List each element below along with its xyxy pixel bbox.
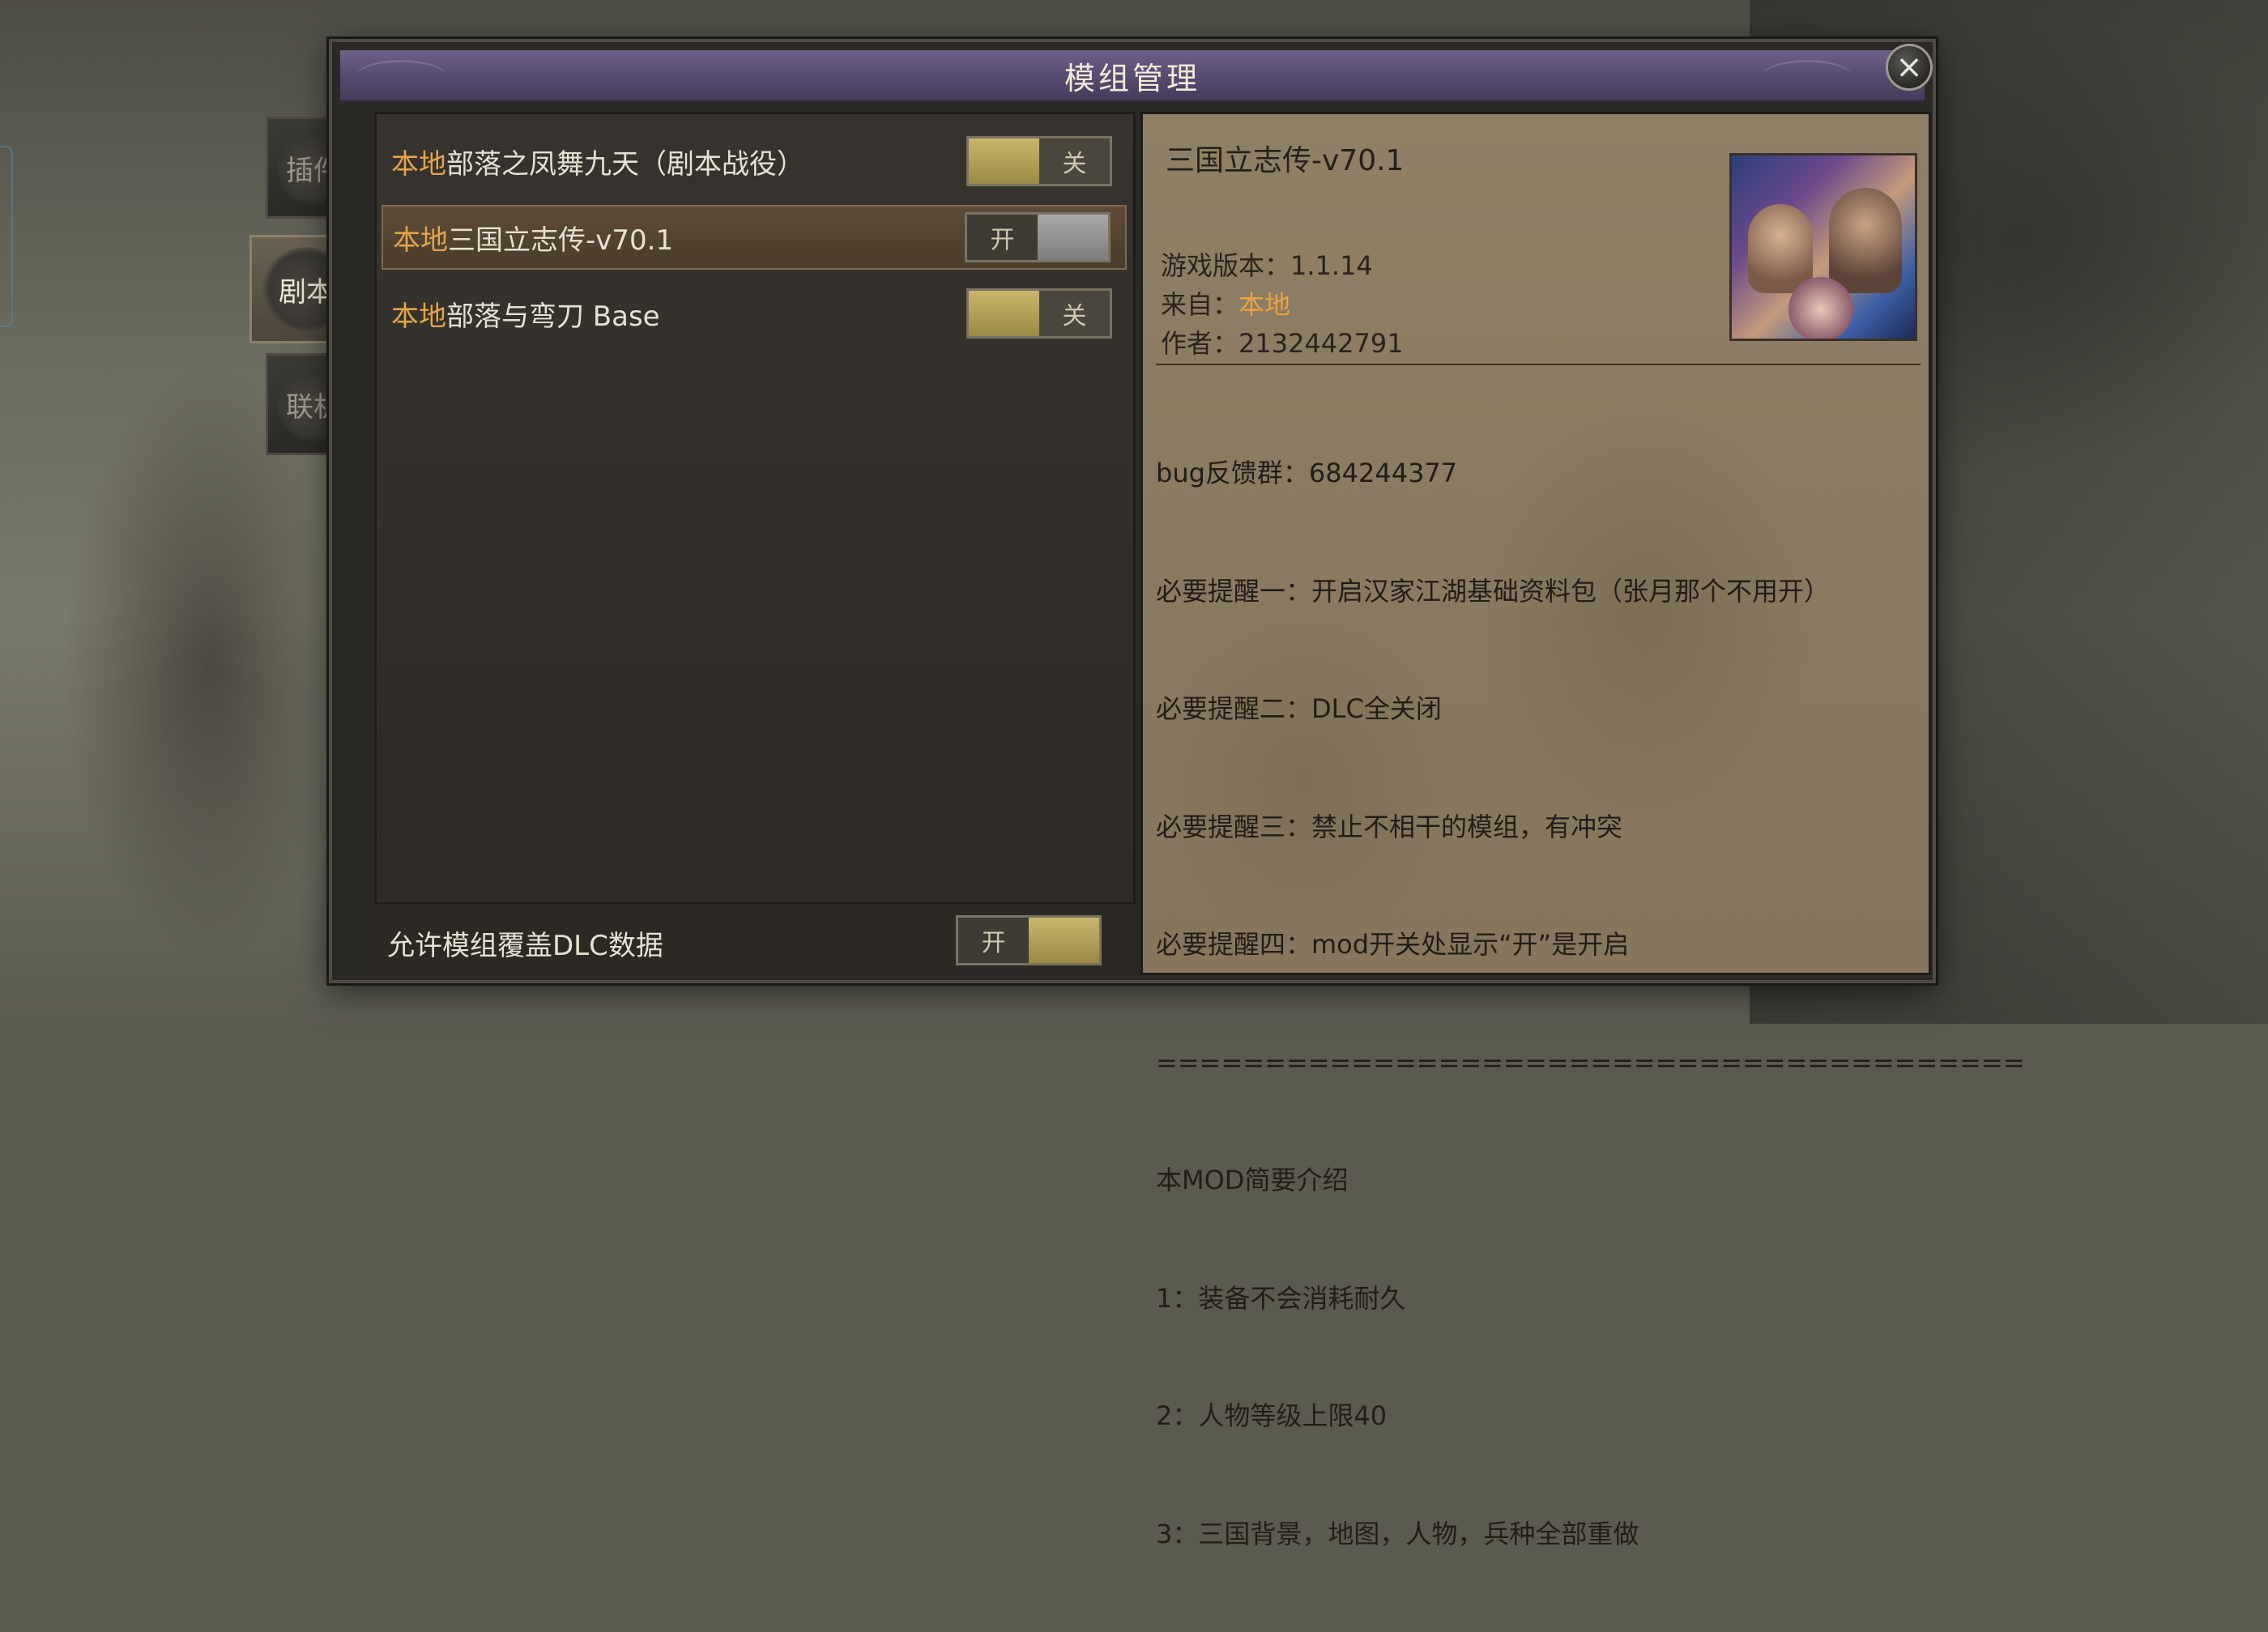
mod-detail-panel: 三国立志传-v70.1 游戏版本：1.1.14 来自：本地 作者：2132442… xyxy=(1140,112,2025,1549)
toggle-label: 关 xyxy=(1039,291,1110,336)
cover-figure xyxy=(1788,277,1853,339)
mod-source: 本地 xyxy=(393,224,448,257)
dlc-override-label: 允许模组覆盖DLC数据 xyxy=(387,930,663,962)
detail-version: 游戏版本：1.1.14 xyxy=(1161,245,1373,283)
toggle-knob xyxy=(969,291,1039,336)
mod-toggle[interactable]: 开 xyxy=(965,212,1111,262)
description-line: 3：三国背景，地图，人物，兵种全部重做 xyxy=(1156,1518,1639,1549)
toggle-knob xyxy=(1029,918,1099,963)
description-line: 必要提醒一：开启汉家江湖基础资料包（张月那个不用开） xyxy=(1156,575,1831,607)
close-icon: × xyxy=(1895,49,1923,86)
titlebar-ornament-right xyxy=(1763,60,1852,92)
mod-toggle[interactable]: 关 xyxy=(966,136,1112,186)
description-line: 必要提醒三：禁止不相干的模组，有冲突 xyxy=(1156,811,1623,842)
mod-item-text: 本地部落与弯刀 Base xyxy=(391,294,660,334)
toggle-knob xyxy=(1038,215,1108,260)
close-button[interactable]: × xyxy=(1886,44,1933,91)
mod-toggle[interactable]: 关 xyxy=(966,288,1112,339)
description-line: 2：人物等级上限40 xyxy=(1156,1400,1388,1431)
description-line: 必要提醒二：DLC全关闭 xyxy=(1156,693,1442,724)
mod-source: 本地 xyxy=(391,147,446,181)
description-line: 本MOD简要介绍 xyxy=(1156,1165,1349,1195)
toggle-knob xyxy=(969,138,1039,184)
detail-author: 作者：2132442791 xyxy=(1161,323,1404,360)
mod-list-item[interactable]: 本地三国立志传-v70.1 开 xyxy=(382,205,1127,270)
background-edge-handle xyxy=(0,146,13,327)
tab-script-label: 剧本 xyxy=(279,275,334,309)
titlebar-ornament-left xyxy=(356,60,446,92)
detail-source: 来自：本地 xyxy=(1161,284,1290,322)
dialog-title: 模组管理 xyxy=(1064,60,1200,96)
dialog-titlebar: 模组管理 xyxy=(340,50,1925,103)
version-value: 1.1.14 xyxy=(1290,250,1373,281)
mod-source: 本地 xyxy=(391,300,446,333)
mod-list-item[interactable]: 本地部落之凤舞九天（剧本战役） 关 xyxy=(382,129,1127,194)
author-label: 作者： xyxy=(1161,328,1239,359)
description-line: 必要提醒四：mod开关处显示“开”是开启 xyxy=(1156,929,1630,960)
version-label: 游戏版本： xyxy=(1161,250,1291,281)
dlc-override-toggle[interactable]: 开 xyxy=(956,915,1102,965)
author-value: 2132442791 xyxy=(1238,328,1404,359)
mod-name: 部落之凤舞九天（剧本战役） xyxy=(446,147,804,181)
toggle-label: 开 xyxy=(958,918,1029,963)
mod-cover-image xyxy=(1729,153,1917,341)
mod-list-item[interactable]: 本地部落与弯刀 Base 关 xyxy=(382,281,1127,346)
toggle-label: 关 xyxy=(1039,138,1110,184)
detail-title: 三国立志传-v70.1 xyxy=(1166,144,1405,177)
toggle-label: 开 xyxy=(967,215,1038,260)
detail-description: bug反馈群：684244377 必要提醒一：开启汉家江湖基础资料包（张月那个不… xyxy=(1156,375,2025,1632)
description-line: 1：装备不会消耗耐久 xyxy=(1156,1282,1406,1314)
mod-list-panel: 本地部落之凤舞九天（剧本战役） 关 本地三国立志传-v70.1 开 本地部落与弯… xyxy=(374,112,1136,975)
description-line: ======================================== xyxy=(1156,1046,2025,1078)
source-value: 本地 xyxy=(1238,289,1291,320)
mod-name: 部落与弯刀 Base xyxy=(446,300,660,333)
cover-figure xyxy=(1748,204,1813,293)
mod-item-text: 本地部落之凤舞九天（剧本战役） xyxy=(391,142,804,181)
dlc-override-bar: 允许模组覆盖DLC数据 开 xyxy=(374,902,1136,975)
detail-divider xyxy=(1156,364,1921,365)
description-line: bug反馈群：684244377 xyxy=(1156,458,1458,488)
mod-name: 三国立志传-v70.1 xyxy=(448,224,674,257)
mod-item-text: 本地三国立志传-v70.1 xyxy=(393,218,673,258)
source-label: 来自： xyxy=(1161,289,1239,320)
cover-figure xyxy=(1829,188,1902,293)
